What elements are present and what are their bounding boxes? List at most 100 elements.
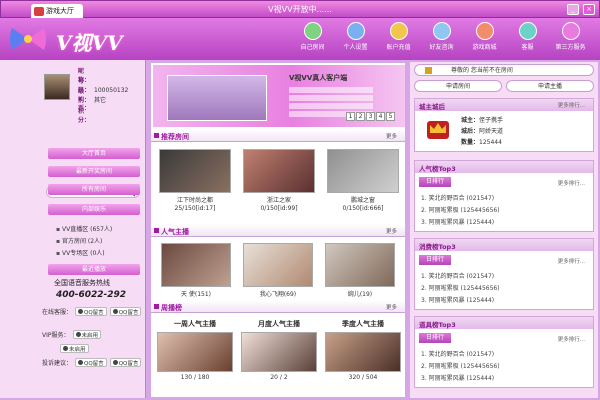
pager-dot[interactable]: 3 (366, 112, 375, 121)
shop-icon (475, 22, 494, 40)
nav-service[interactable]: 客服 (506, 22, 549, 51)
zone-official[interactable]: 官方房间 (2人) (56, 236, 102, 245)
qq-message-button[interactable]: QQ留言 (109, 358, 142, 367)
latest-room-button[interactable]: 最新开奖房间 (48, 166, 140, 177)
nav-settings[interactable]: 个人设置 (334, 22, 377, 51)
qq-icon (78, 360, 84, 365)
qq-icon (112, 309, 118, 314)
anchor-card[interactable]: 我心飞翔(69) (243, 243, 313, 298)
profile-info: 昵称： 号码： 100050132 级别： 其它 K币： 积分： (78, 68, 129, 124)
window-title: V视VV开放中...... (268, 5, 332, 14)
weekly-thumbnail (325, 332, 401, 372)
pager-dot[interactable]: 2 (356, 112, 365, 121)
weekly-card[interactable]: 季度人气主播 320 / 504 (325, 319, 401, 381)
room-card[interactable]: 浙江之家 0/150[id:99] (243, 149, 315, 212)
weekly-header: 周播榜 更多 (151, 300, 405, 313)
more-link[interactable]: 更多 (386, 303, 397, 311)
rank-item[interactable]: 3. 阿丽啦累风暴 (125444) (421, 217, 494, 226)
more-link[interactable]: 更多 (386, 132, 397, 140)
complaint-row: 投诉建议： QQ留言 QQ留言 (42, 358, 142, 367)
pager-dot[interactable]: 1 (346, 112, 355, 121)
consumption-rank-box: 消费榜Top3 日排行 更多排行... 1. 笑北的野百合 (021547) 2… (414, 238, 594, 310)
hotline: 全国语音服务热线 400-6022-292 (40, 278, 142, 300)
weekly-card[interactable]: 月度人气主播 20 / 2 (241, 319, 317, 381)
zone-vv-live[interactable]: VV直播区 (657人) (56, 224, 112, 233)
rank-item[interactable]: 1. 笑北的野百合 (021547) (421, 349, 494, 358)
nav-recharge[interactable]: 账户充值 (377, 22, 420, 51)
gift-icon (561, 22, 580, 40)
entertainment-button[interactable]: 内部娱乐 (48, 204, 140, 215)
more-rank-link[interactable]: 更多排行... (558, 101, 585, 109)
more-rank-link[interactable]: 更多排行... (558, 179, 585, 187)
top-nav: 自己房间 个人设置 账户充值 好友咨询 游戏商城 客服 第三方服务 (291, 22, 592, 51)
headset-icon (518, 22, 537, 40)
main-content: V视VV真人客户端 1 2 3 4 5 推荐房间 更多 江下时尚之都 25/15… (150, 62, 406, 398)
weekly-thumbnail (157, 332, 233, 372)
section-icon (154, 228, 159, 233)
qq-message-button[interactable]: QQ留言 (109, 307, 142, 316)
rank-item[interactable]: 2. 阿丽啦累极 (125445656) (421, 361, 500, 370)
room-card[interactable]: 江下时尚之都 25/150[id:17] (159, 149, 231, 212)
daily-rank-tab[interactable]: 日排行 (419, 333, 451, 343)
recent-play-button[interactable]: 最近播放 (48, 264, 140, 275)
weekly-card[interactable]: 一周人气主播 130 / 180 (157, 319, 233, 381)
recommended-header: 推荐房间 更多 (151, 129, 405, 142)
vip-unused-button[interactable]: 未启用 (72, 330, 102, 339)
section-icon (154, 304, 159, 309)
room-thumbnail (159, 149, 231, 193)
rank-item[interactable]: 3. 阿丽啦累风暴 (125444) (421, 373, 494, 382)
more-rank-link[interactable]: 更多排行... (558, 257, 585, 265)
home-icon (425, 67, 432, 74)
minimize-button[interactable]: _ (567, 4, 579, 15)
apply-anchor-button[interactable]: 申请主播 (506, 80, 594, 92)
anchor-card[interactable]: 婉儿(19) (325, 243, 395, 298)
nav-shop[interactable]: 游戏商城 (463, 22, 506, 51)
qq-icon (78, 309, 84, 314)
qq-message-button[interactable]: QQ留言 (75, 307, 107, 316)
rank-item[interactable]: 2. 阿丽啦累极 (125445656) (421, 205, 500, 214)
left-sidebar: 昵称： 号码：100050132 级别：其它 K币： 积分： 🔍 大厅首页 最新… (0, 60, 146, 398)
props-rank-box: 道具榜Top3 日排行 更多排行... 1. 笑北的野百合 (021547) 2… (414, 316, 594, 388)
banner[interactable]: V视VV真人客户端 1 2 3 4 5 (153, 65, 405, 127)
nav-third-party[interactable]: 第三方服务 (549, 22, 592, 51)
logo: V视VV (6, 20, 136, 58)
room-card[interactable]: 鹏城之窗 0/150[id:666] (327, 149, 399, 212)
apply-room-button[interactable]: 申请房间 (414, 80, 502, 92)
qq-message-button[interactable]: QQ留言 (75, 358, 107, 367)
more-link[interactable]: 更多 (386, 227, 397, 235)
vip-unused-button[interactable]: 未启用 (60, 344, 89, 353)
zone-vv-special[interactable]: VV专场区 (0人) (56, 248, 105, 257)
hotline-number: 400-6022-292 (55, 290, 127, 300)
anchor-thumbnail (161, 243, 231, 287)
nav-friends[interactable]: 好友咨询 (420, 22, 463, 51)
more-rank-link[interactable]: 更多排行... (558, 335, 585, 343)
rank-item[interactable]: 2. 阿丽啦累极 (125445656) (421, 283, 500, 292)
vip-service-row: VIP服务： 未启用 (42, 330, 102, 339)
nav-my-room[interactable]: 自己房间 (291, 22, 334, 51)
qq-icon (112, 360, 118, 365)
close-button[interactable]: × (583, 4, 595, 15)
title-bar: 游戏大厅 V视VV开放中...... _ × (0, 0, 600, 18)
section-icon (154, 133, 159, 138)
all-rooms-button[interactable]: 所有房间 (48, 184, 140, 195)
rank-item[interactable]: 3. 阿丽啦累风暴 (125444) (421, 295, 494, 304)
banner-title: V视VV真人客户端 (289, 74, 348, 82)
room-notice: 尊敬的 您当前不在房间 (414, 64, 594, 76)
room-thumbnail (243, 149, 315, 193)
qq-icon (75, 332, 81, 337)
vip-service-row-2: 未启用 (60, 344, 89, 353)
rank-item[interactable]: 1. 笑北的野百合 (021547) (421, 271, 494, 280)
banner-pager: 1 2 3 4 5 (346, 112, 395, 121)
hotline-label: 全国语音服务热线 (54, 279, 110, 287)
castle-title: 城主城后 (419, 103, 445, 111)
pager-dot[interactable]: 4 (376, 112, 385, 121)
rank-item[interactable]: 1. 笑北的野百合 (021547) (421, 193, 494, 202)
daily-rank-tab[interactable]: 日排行 (419, 255, 451, 265)
room-thumbnail (327, 149, 399, 193)
hall-home-button[interactable]: 大厅首页 (48, 148, 140, 159)
avatar (44, 74, 70, 100)
pager-dot[interactable]: 5 (386, 112, 395, 121)
anchor-card[interactable]: 天 使(151) (161, 243, 231, 298)
daily-rank-tab[interactable]: 日排行 (419, 177, 451, 187)
banner-image (167, 75, 267, 121)
